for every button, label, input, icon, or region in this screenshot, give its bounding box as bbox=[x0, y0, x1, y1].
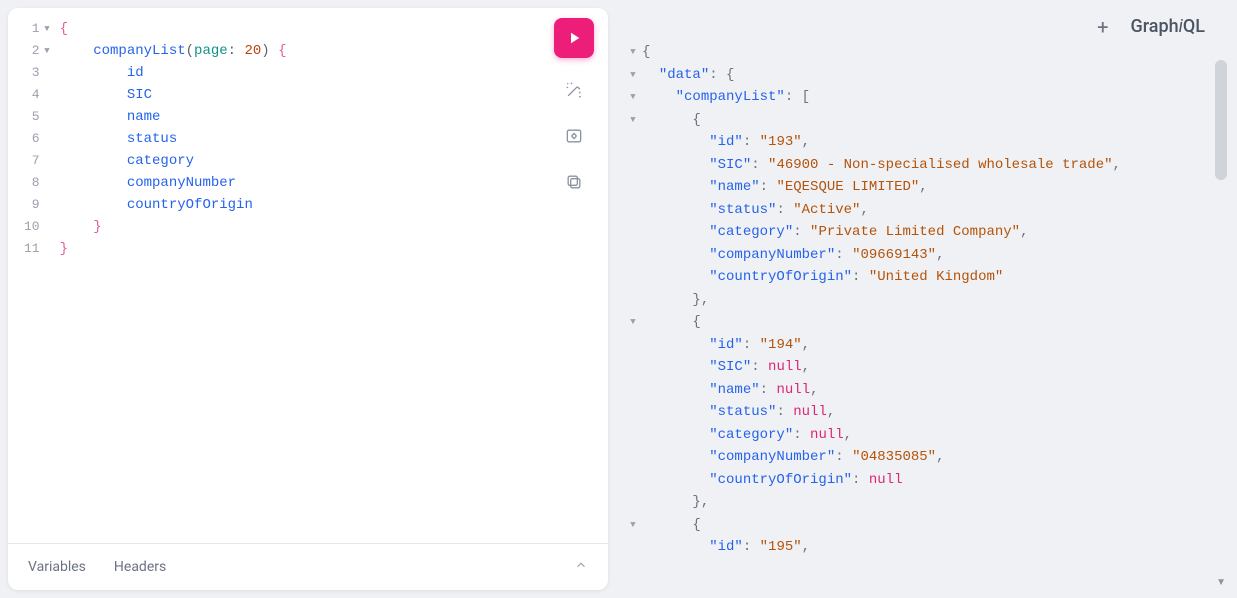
result-line: "countryOfOrigin": "United Kingdom" bbox=[642, 266, 1229, 289]
code-line[interactable]: id bbox=[60, 62, 608, 84]
result-line: "name": "EQESQUE LIMITED", bbox=[642, 176, 1229, 199]
result-line: "companyNumber": "04835085", bbox=[642, 446, 1229, 469]
prettify-button[interactable] bbox=[560, 76, 588, 104]
result-code: { "data": { "companyList": [ { "id": "19… bbox=[642, 41, 1229, 590]
result-line: { bbox=[642, 311, 1229, 334]
line-number: 9 bbox=[24, 194, 50, 216]
line-number: 6 bbox=[24, 128, 50, 150]
collapse-footer-button[interactable] bbox=[574, 558, 588, 576]
fold-marker bbox=[624, 334, 642, 357]
result-line: "id": "193", bbox=[642, 131, 1229, 154]
fold-marker bbox=[624, 536, 642, 559]
result-header: + GraphiQL bbox=[616, 8, 1229, 41]
fold-marker bbox=[624, 469, 642, 492]
graphiql-app: 1▼2▼34567891011 { companyList(page: 20) … bbox=[0, 0, 1237, 598]
query-code[interactable]: { companyList(page: 20) { id SIC name st… bbox=[60, 18, 608, 533]
line-number: 4 bbox=[24, 84, 50, 106]
scrollbar-track[interactable] bbox=[1215, 60, 1227, 584]
result-line: "SIC": null, bbox=[642, 356, 1229, 379]
play-icon bbox=[565, 29, 583, 47]
fold-marker bbox=[624, 154, 642, 177]
line-number: 2▼ bbox=[24, 40, 50, 62]
result-panel: + GraphiQL ▼▼▼▼▼▼ { "data": { "companyLi… bbox=[616, 8, 1229, 590]
fold-marker bbox=[624, 221, 642, 244]
fold-marker[interactable]: ▼ bbox=[624, 109, 642, 132]
merge-icon bbox=[564, 126, 584, 146]
result-line: "companyList": [ bbox=[642, 86, 1229, 109]
result-line: }, bbox=[642, 491, 1229, 514]
fold-marker bbox=[624, 131, 642, 154]
line-number: 8 bbox=[24, 172, 50, 194]
fold-marker[interactable]: ▼ bbox=[624, 514, 642, 537]
result-line: "SIC": "46900 - Non-specialised wholesal… bbox=[642, 154, 1229, 177]
result-line: "data": { bbox=[642, 64, 1229, 87]
line-number: 7 bbox=[24, 150, 50, 172]
fold-marker bbox=[624, 356, 642, 379]
code-line[interactable]: { bbox=[60, 18, 608, 40]
result-viewer[interactable]: ▼▼▼▼▼▼ { "data": { "companyList": [ { "i… bbox=[616, 41, 1229, 590]
result-line: { bbox=[642, 514, 1229, 537]
fold-marker bbox=[624, 244, 642, 267]
merge-button[interactable] bbox=[560, 122, 588, 150]
code-line[interactable]: category bbox=[60, 150, 608, 172]
add-tab-button[interactable]: + bbox=[1097, 17, 1108, 37]
editor-footer: Variables Headers bbox=[8, 543, 608, 590]
result-line: "id": "195", bbox=[642, 536, 1229, 559]
result-line: "status": null, bbox=[642, 401, 1229, 424]
code-line[interactable]: companyList(page: 20) { bbox=[60, 40, 608, 62]
result-line: { bbox=[642, 109, 1229, 132]
scroll-down-arrow[interactable]: ▼ bbox=[1216, 577, 1226, 588]
fold-marker bbox=[624, 424, 642, 447]
result-line: "companyNumber": "09669143", bbox=[642, 244, 1229, 267]
code-line[interactable]: } bbox=[60, 216, 608, 238]
result-line: "countryOfOrigin": null bbox=[642, 469, 1229, 492]
line-number: 1▼ bbox=[24, 18, 50, 40]
editor-toolbar bbox=[554, 18, 594, 196]
scrollbar-thumb[interactable] bbox=[1215, 60, 1227, 180]
fold-marker bbox=[624, 176, 642, 199]
result-line: "category": null, bbox=[642, 424, 1229, 447]
fold-marker[interactable]: ▼ bbox=[624, 86, 642, 109]
tab-variables[interactable]: Variables bbox=[28, 559, 86, 575]
code-line[interactable]: status bbox=[60, 128, 608, 150]
code-line[interactable]: companyNumber bbox=[60, 172, 608, 194]
copy-icon bbox=[564, 172, 584, 192]
fold-marker bbox=[624, 446, 642, 469]
magic-wand-icon bbox=[564, 80, 584, 100]
fold-marker bbox=[624, 379, 642, 402]
fold-marker[interactable]: ▼ bbox=[624, 311, 642, 334]
query-editor[interactable]: 1▼2▼34567891011 { companyList(page: 20) … bbox=[8, 8, 608, 543]
result-line: }, bbox=[642, 289, 1229, 312]
fold-marker bbox=[624, 491, 642, 514]
result-line: "category": "Private Limited Company", bbox=[642, 221, 1229, 244]
line-number: 3 bbox=[24, 62, 50, 84]
result-line: "name": null, bbox=[642, 379, 1229, 402]
fold-marker bbox=[624, 266, 642, 289]
chevron-up-icon bbox=[574, 558, 588, 572]
fold-marker bbox=[624, 199, 642, 222]
line-gutter: 1▼2▼34567891011 bbox=[18, 18, 60, 533]
fold-marker[interactable]: ▼ bbox=[624, 64, 642, 87]
line-number: 11 bbox=[24, 238, 50, 260]
result-gutter: ▼▼▼▼▼▼ bbox=[624, 41, 642, 590]
code-line[interactable]: SIC bbox=[60, 84, 608, 106]
fold-marker bbox=[624, 289, 642, 312]
graphiql-logo: GraphiQL bbox=[1130, 16, 1205, 37]
code-line[interactable]: name bbox=[60, 106, 608, 128]
result-line: "status": "Active", bbox=[642, 199, 1229, 222]
result-line: "id": "194", bbox=[642, 334, 1229, 357]
code-line[interactable]: countryOfOrigin bbox=[60, 194, 608, 216]
result-line: { bbox=[642, 41, 1229, 64]
copy-button[interactable] bbox=[560, 168, 588, 196]
code-line[interactable]: } bbox=[60, 238, 608, 260]
line-number: 5 bbox=[24, 106, 50, 128]
execute-button[interactable] bbox=[554, 18, 594, 58]
fold-marker[interactable]: ▼ bbox=[624, 41, 642, 64]
tab-headers[interactable]: Headers bbox=[114, 559, 166, 575]
fold-marker bbox=[624, 401, 642, 424]
line-number: 10 bbox=[24, 216, 50, 238]
query-panel: 1▼2▼34567891011 { companyList(page: 20) … bbox=[8, 8, 608, 590]
